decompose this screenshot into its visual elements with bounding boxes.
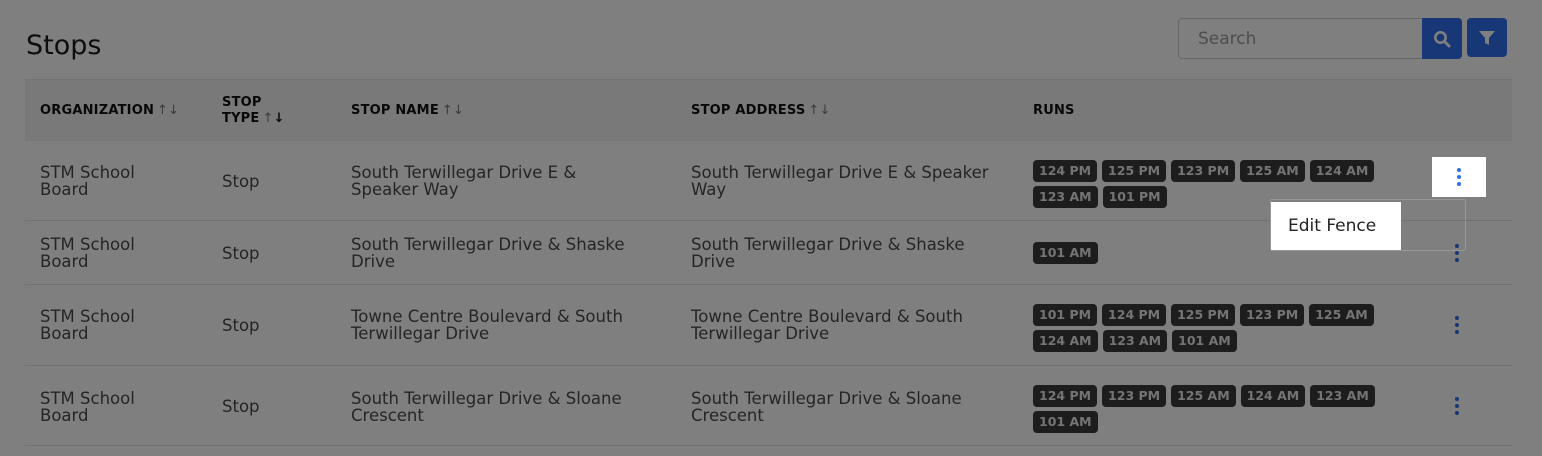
- more-vertical-icon[interactable]: [1432, 157, 1486, 197]
- edit-fence-menu-item[interactable]: Edit Fence: [1271, 202, 1401, 250]
